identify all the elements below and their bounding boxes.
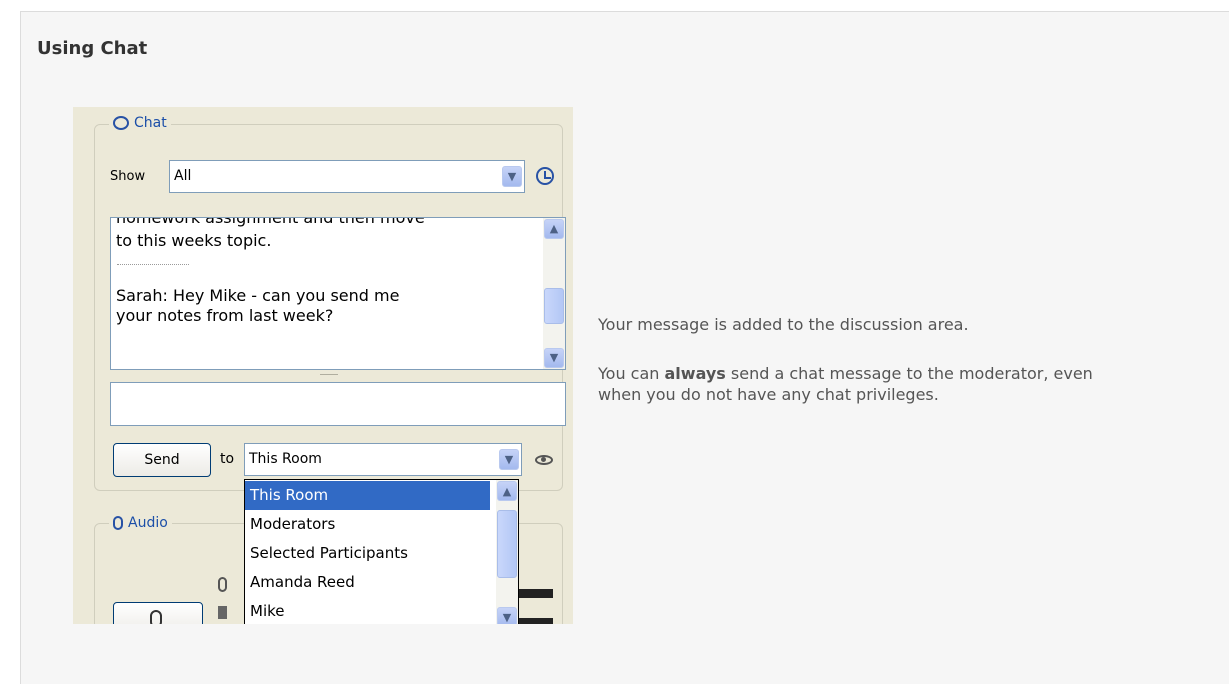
microphone-level-icon (218, 577, 227, 592)
recipient-option[interactable]: Selected Participants (245, 539, 490, 568)
resize-handle[interactable] (320, 374, 338, 375)
chevron-up-icon[interactable]: ▲ (497, 481, 517, 501)
show-filter-value: All (174, 168, 192, 184)
mic-level-meter (518, 589, 553, 598)
message-line: to this weeks topic. (116, 231, 272, 250)
recipient-option[interactable]: This Room (245, 481, 490, 510)
chat-message-area[interactable]: homework assignment and then move to thi… (110, 217, 566, 370)
chevron-down-icon[interactable]: ▼ (544, 348, 564, 368)
speaker-level-meter (518, 618, 553, 624)
description-emphasis: always (664, 364, 726, 383)
eye-icon[interactable] (535, 455, 553, 465)
chat-message-input[interactable] (110, 382, 566, 426)
chat-legend-label: Chat (134, 115, 167, 131)
send-button[interactable]: Send (113, 443, 211, 477)
recipient-value: This Room (249, 451, 322, 467)
dropdown-scrollbar[interactable]: ▲ ▼ (496, 480, 518, 624)
chevron-down-icon[interactable]: ▼ (499, 449, 519, 470)
clock-icon[interactable] (536, 167, 554, 185)
chevron-up-icon[interactable]: ▲ (544, 219, 564, 239)
show-label: Show (110, 169, 146, 184)
description-line-1: Your message is added to the discussion … (598, 315, 969, 334)
page-title: Using Chat (37, 38, 148, 59)
recipient-option[interactable]: Mike (245, 597, 490, 624)
message-separator (117, 264, 189, 265)
chevron-down-icon[interactable]: ▼ (502, 166, 522, 187)
scrollbar-thumb[interactable] (497, 510, 517, 578)
chevron-down-icon[interactable]: ▼ (497, 607, 517, 624)
show-filter-select[interactable]: All ▼ (169, 160, 525, 193)
description-text: You can (598, 364, 665, 383)
audio-legend: Audio (109, 515, 172, 531)
recipient-dropdown-list[interactable]: This Room Moderators Selected Participan… (244, 479, 519, 624)
scrollbar-thumb[interactable] (544, 288, 564, 324)
to-label: to (220, 451, 235, 467)
description-line-2: You can always send a chat message to th… (598, 363, 1098, 405)
message-partial-line: homework assignment and then move (116, 217, 425, 227)
chat-legend: Chat (109, 115, 171, 131)
microphone-icon (150, 610, 162, 624)
message-sarah: Sarah: Hey Mike - can you send me your n… (116, 286, 400, 325)
message-scrollbar[interactable]: ▲ ▼ (543, 218, 565, 369)
speaker-icon (218, 606, 227, 619)
microphone-icon (113, 516, 123, 530)
recipient-select[interactable]: This Room ▼ (244, 443, 522, 476)
recipient-option[interactable]: Amanda Reed (245, 568, 490, 597)
audio-legend-label: Audio (128, 515, 168, 531)
recipient-option[interactable]: Moderators (245, 510, 490, 539)
chat-panel-screenshot: Chat Show All ▼ homework assignment and … (73, 107, 573, 624)
talk-button[interactable] (113, 602, 203, 624)
chat-bubble-icon (113, 116, 129, 130)
